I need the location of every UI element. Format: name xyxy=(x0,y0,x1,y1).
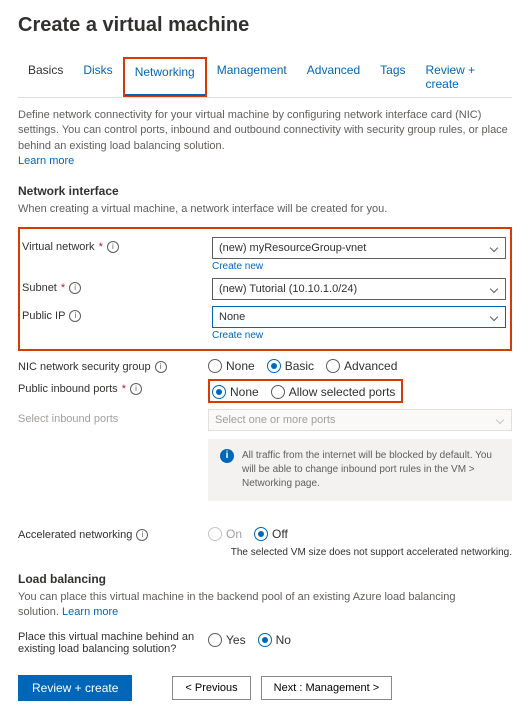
selectports-select: Select one or more ports xyxy=(208,409,512,431)
intro-text: Define network connectivity for your vir… xyxy=(18,108,512,170)
inbound-info-box: i All traffic from the internet will be … xyxy=(208,439,512,501)
info-icon[interactable]: i xyxy=(130,383,142,395)
lb-learn-more[interactable]: Learn more xyxy=(62,606,118,618)
tabs: Basics Disks Networking Management Advan… xyxy=(18,57,512,98)
inbound-label: Public inbound ports*i xyxy=(18,379,208,395)
previous-button[interactable]: < Previous xyxy=(172,676,250,700)
next-button[interactable]: Next : Management > xyxy=(261,676,392,700)
info-icon[interactable]: i xyxy=(69,282,81,294)
nsg-radio-none[interactable]: None xyxy=(208,359,255,373)
lbq-radio-yes[interactable]: Yes xyxy=(208,633,246,647)
nsg-radio-basic[interactable]: Basic xyxy=(267,359,314,373)
tab-management[interactable]: Management xyxy=(207,57,297,97)
subnet-select[interactable]: (new) Tutorial (10.10.1.0/24) xyxy=(212,278,506,300)
learn-more-link[interactable]: Learn more xyxy=(18,155,74,167)
publicip-select[interactable]: None xyxy=(212,306,506,328)
nsg-label: NIC network security groupi xyxy=(18,357,208,373)
tab-basics[interactable]: Basics xyxy=(18,57,73,97)
load-balancing-heading: Load balancing xyxy=(18,572,512,586)
page-title: Create a virtual machine xyxy=(18,14,512,37)
publicip-create-new[interactable]: Create new xyxy=(212,330,506,341)
tab-tags[interactable]: Tags xyxy=(370,57,415,97)
network-interface-sub: When creating a virtual machine, a netwo… xyxy=(18,202,512,217)
publicip-label: Public IPi xyxy=(22,306,212,322)
lbq-label: Place this virtual machine behind an exi… xyxy=(18,631,208,655)
inbound-radio-none[interactable]: None xyxy=(212,385,259,399)
info-icon[interactable]: i xyxy=(136,529,148,541)
selectports-label: Select inbound ports xyxy=(18,409,208,425)
accel-radio-off[interactable]: Off xyxy=(254,527,288,541)
inbound-radio-allow[interactable]: Allow selected ports xyxy=(271,385,396,399)
chevron-down-icon xyxy=(490,285,498,293)
vnet-create-new[interactable]: Create new xyxy=(212,261,506,272)
vnet-label: Virtual network*i xyxy=(22,237,212,253)
network-interface-heading: Network interface xyxy=(18,184,512,198)
load-balancing-sub: You can place this virtual machine in th… xyxy=(18,590,512,621)
chevron-down-icon xyxy=(490,313,498,321)
lbq-radio-no[interactable]: No xyxy=(258,633,291,647)
tab-advanced[interactable]: Advanced xyxy=(297,57,370,97)
nsg-radio-advanced[interactable]: Advanced xyxy=(326,359,397,373)
tab-disks[interactable]: Disks xyxy=(73,57,122,97)
accel-note: The selected VM size does not support ac… xyxy=(208,547,512,558)
chevron-down-icon xyxy=(490,244,498,252)
info-icon[interactable]: i xyxy=(69,310,81,322)
info-icon[interactable]: i xyxy=(155,361,167,373)
subnet-label: Subnet*i xyxy=(22,278,212,294)
vnet-select[interactable]: (new) myResourceGroup-vnet xyxy=(212,237,506,259)
info-icon[interactable]: i xyxy=(107,241,119,253)
tab-review[interactable]: Review + create xyxy=(416,57,513,97)
accel-label: Accelerated networkingi xyxy=(18,525,208,541)
chevron-down-icon xyxy=(496,416,504,424)
accel-radio-on: On xyxy=(208,527,242,541)
tab-networking[interactable]: Networking xyxy=(123,57,207,97)
info-icon: i xyxy=(220,449,234,463)
review-create-button[interactable]: Review + create xyxy=(18,675,132,701)
